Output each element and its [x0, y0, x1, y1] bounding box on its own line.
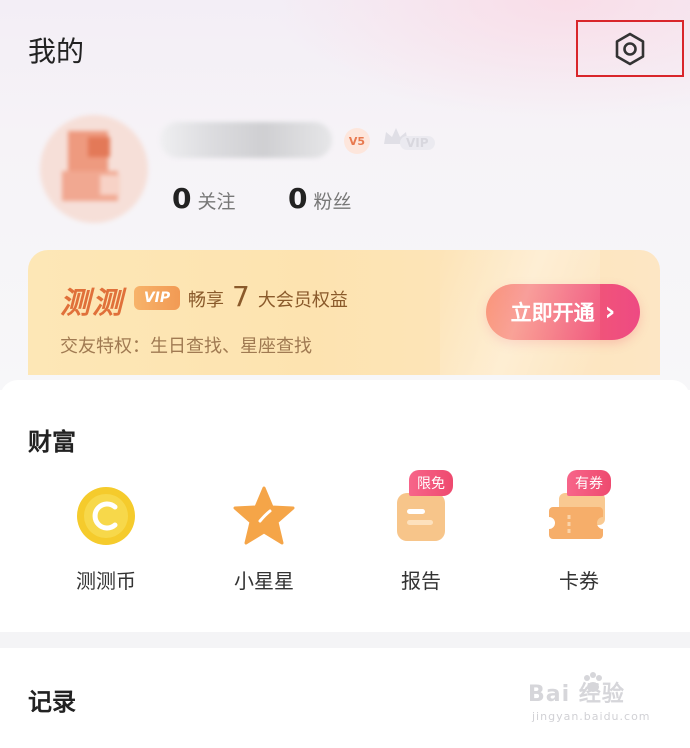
section-divider — [0, 632, 690, 648]
vip-label: VIP — [400, 136, 435, 150]
wealth-item-coins[interactable]: 测测币 — [46, 484, 166, 594]
vip-chip: VIP — [134, 286, 180, 310]
following-stat[interactable]: 0 关注 — [172, 182, 236, 215]
fans-label: 粉丝 — [313, 191, 352, 213]
wealth-item-label: 小星星 — [234, 569, 294, 593]
vip-status-badge[interactable]: VIP — [378, 124, 444, 158]
level-badge: V5 — [344, 128, 370, 154]
following-label: 关注 — [197, 191, 236, 213]
fans-count: 0 — [288, 182, 308, 215]
chevron-right-icon: › — [604, 297, 616, 327]
report-icon: 限免 — [389, 470, 453, 547]
vip-perk-prefix: 畅享 — [188, 290, 224, 311]
vip-perk-line: 畅享 7 大会员权益 — [188, 280, 348, 313]
gear-icon — [615, 32, 645, 65]
vip-perk-count: 7 — [232, 280, 250, 313]
watermark-sub-text: jingyan.baidu.com — [532, 710, 651, 723]
wealth-item-stars[interactable]: 小星星 — [204, 484, 324, 594]
wealth-item-report[interactable]: 限免 报告 — [361, 470, 481, 594]
username-redacted — [160, 122, 332, 158]
watermark-main-text: Bai 经验 — [528, 682, 625, 707]
coin-icon — [74, 484, 138, 547]
fans-stat[interactable]: 0 粉丝 — [288, 182, 352, 215]
ticket-icon: 有券 — [547, 470, 611, 547]
wealth-item-coupons[interactable]: 有券 卡券 — [519, 470, 639, 594]
vip-perk-suffix: 大会员权益 — [257, 290, 348, 311]
baidu-watermark: Bai 经验 jingyan.baidu.com — [528, 672, 678, 736]
avatar[interactable] — [40, 115, 148, 223]
page-title: 我的 — [28, 35, 85, 68]
vip-brand-logo: 测测 — [60, 286, 124, 321]
wealth-item-label: 报告 — [401, 569, 441, 593]
settings-button[interactable] — [576, 20, 684, 77]
wealth-section: 财富 测测币 小星星 限免 报告 有券 卡券 — [0, 380, 690, 632]
wealth-item-label: 测测币 — [76, 569, 136, 593]
paw-icon — [584, 672, 602, 692]
star-icon — [232, 484, 296, 547]
vip-promo-card[interactable]: 测测 VIP 畅享 7 大会员权益 交友特权：生日查找、星座查找 立即开通 › — [28, 250, 660, 375]
vip-subtitle: 交友特权：生日查找、星座查找 — [60, 336, 312, 357]
free-tag: 限免 — [409, 470, 453, 496]
open-vip-button[interactable]: 立即开通 › — [486, 284, 640, 340]
open-vip-button-label: 立即开通 — [510, 301, 595, 325]
wealth-item-label: 卡券 — [559, 569, 599, 593]
coupon-tag: 有券 — [567, 470, 611, 496]
record-section-title: 记录 — [28, 688, 76, 716]
following-count: 0 — [172, 182, 192, 215]
wealth-section-title: 财富 — [28, 428, 76, 456]
